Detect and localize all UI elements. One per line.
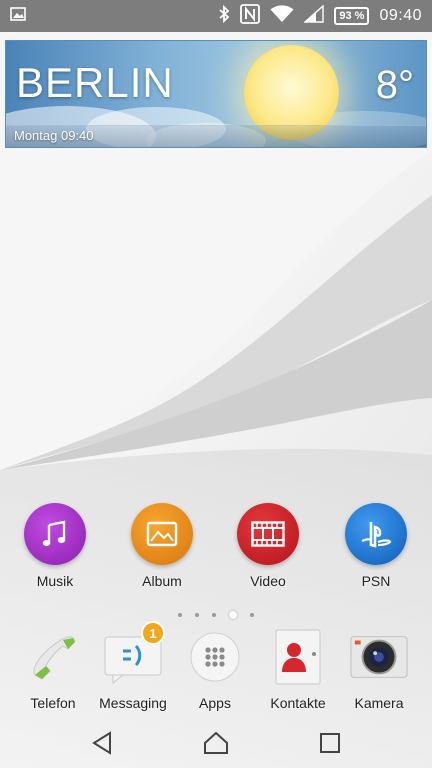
app-label: Kamera	[354, 695, 404, 711]
app-musik[interactable]: Musik	[10, 503, 100, 589]
message-icon: 1	[103, 621, 165, 687]
status-clock: 09:40	[379, 7, 422, 24]
battery-icon: 93 %	[334, 7, 370, 25]
page-dot-active	[229, 611, 237, 619]
dock-app-apps[interactable]: Apps	[170, 627, 260, 711]
weather-temperature: 8°	[375, 63, 414, 107]
page-dot	[195, 613, 199, 617]
dock-app-telefon[interactable]: Telefon	[8, 627, 98, 711]
page-dot	[178, 613, 182, 617]
app-label: Video	[250, 573, 286, 589]
notification-badge: 1	[141, 621, 165, 645]
weather-city: BERLIN	[16, 59, 174, 106]
recents-icon[interactable]	[310, 723, 350, 763]
app-video[interactable]: Video	[223, 503, 313, 589]
bluetooth-icon	[218, 4, 230, 28]
app-psn[interactable]: PSN	[331, 503, 421, 589]
dock-app-kamera[interactable]: Kamera	[334, 627, 424, 711]
camera-icon	[349, 627, 409, 687]
app-label: Kontakte	[270, 695, 326, 711]
app-label: Apps	[199, 695, 231, 711]
page-indicator	[0, 609, 432, 621]
app-album[interactable]: Album	[117, 503, 207, 589]
film-icon	[237, 503, 299, 565]
battery-percent: 93 %	[339, 10, 365, 22]
nfc-icon	[240, 3, 261, 29]
dock-app-kontakte[interactable]: Kontakte	[253, 627, 343, 711]
dock-app-messaging[interactable]: 1 Messaging	[88, 621, 178, 711]
home-icon[interactable]	[196, 723, 236, 763]
wifi-icon	[270, 4, 294, 28]
navigation-bar	[0, 718, 432, 768]
weather-datetime: Montag 09:40	[14, 128, 94, 143]
page-dot	[250, 613, 254, 617]
weather-widget[interactable]: BERLIN 8° Montag 09:40	[5, 40, 427, 148]
phone-icon	[23, 627, 83, 687]
app-label: PSN	[361, 573, 391, 589]
music-note-icon	[24, 503, 86, 565]
page-dot	[212, 613, 216, 617]
app-label: Messaging	[99, 695, 167, 711]
signal-icon	[303, 3, 325, 28]
status-bar: 93 % 09:40	[0, 0, 432, 32]
app-label: Telefon	[30, 695, 76, 711]
gallery-icon	[10, 6, 26, 26]
photo-icon	[131, 503, 193, 565]
contacts-icon	[268, 627, 328, 687]
app-label: Musik	[36, 573, 74, 589]
apps-grid-icon	[185, 627, 245, 687]
app-label: Album	[142, 573, 182, 589]
back-icon[interactable]	[82, 723, 122, 763]
playstation-icon	[345, 503, 407, 565]
